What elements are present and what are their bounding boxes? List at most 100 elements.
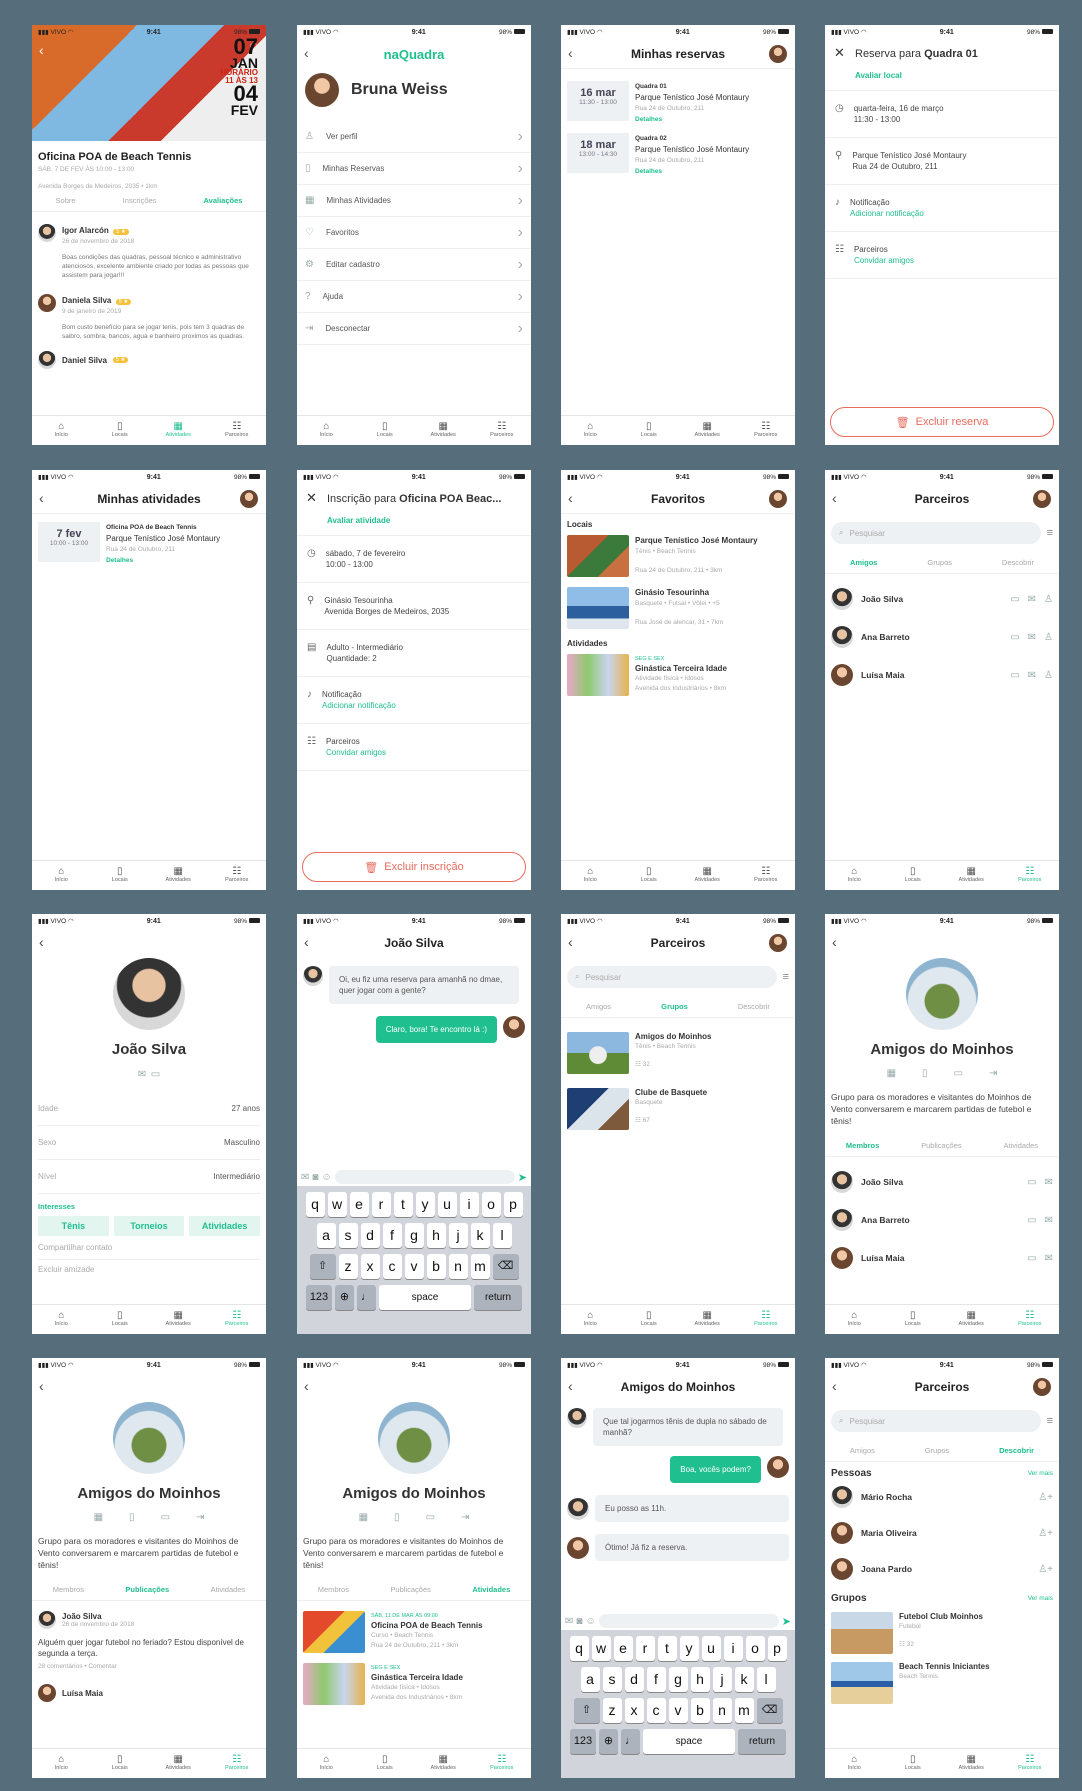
- back-icon[interactable]: ‹: [304, 935, 309, 949]
- segment-tab[interactable]: Publicações: [921, 1141, 961, 1150]
- profile-icon[interactable]: ♙: [1044, 632, 1053, 643]
- segment-tab[interactable]: Descobrir: [999, 1446, 1034, 1455]
- back-icon[interactable]: ‹: [39, 43, 44, 57]
- back-icon[interactable]: ‹: [39, 935, 44, 949]
- add-friend-icon[interactable]: ♙+: [1038, 1492, 1053, 1503]
- exit-icon[interactable]: ⇥: [989, 1068, 997, 1079]
- avatar[interactable]: [1033, 490, 1051, 508]
- reservation-item[interactable]: 16 mar 11:30 - 13:00 Quadra 01 Parque Tenís…: [567, 81, 789, 125]
- tab-3[interactable]: ☷ Parceiros: [208, 416, 267, 445]
- back-icon[interactable]: ‹: [39, 1379, 44, 1393]
- segment-tab[interactable]: Amigos: [850, 1446, 875, 1455]
- back-icon[interactable]: ‹: [568, 1379, 573, 1393]
- group-item[interactable]: Amigos do Moinhos Tênis • Beach Tennis ☷ 3…: [567, 1032, 789, 1074]
- tab-1[interactable]: ▯ Locais: [620, 861, 679, 890]
- details-link[interactable]: Detalhes: [635, 166, 749, 177]
- add-friend-icon[interactable]: ♙+: [1038, 1528, 1053, 1539]
- chat-icon[interactable]: ▭: [1027, 1215, 1036, 1226]
- tab-2[interactable]: ▦ Atividades: [942, 1305, 1001, 1334]
- key[interactable]: y: [415, 1192, 435, 1217]
- tab-2[interactable]: ▦ Atividades: [149, 1305, 208, 1334]
- segment-tab[interactable]: Grupos: [925, 1446, 950, 1455]
- filter-icon[interactable]: ≡: [1047, 1415, 1053, 1427]
- add-friend-icon[interactable]: ♙+: [1038, 1564, 1053, 1575]
- shift-icon[interactable]: ⇧: [309, 1254, 336, 1279]
- document-icon[interactable]: ▯: [394, 1512, 400, 1523]
- tab-1[interactable]: ▯ Locais: [91, 1305, 150, 1334]
- tab-3[interactable]: ☷ Parceiros: [737, 1305, 796, 1334]
- details-link[interactable]: Detalhes: [635, 114, 749, 125]
- key[interactable]: p: [767, 1636, 787, 1661]
- key[interactable]: s: [338, 1223, 358, 1248]
- menu-item[interactable]: ⚙ Editar cadastro ›: [297, 249, 531, 281]
- segment-tab[interactable]: Atividades: [472, 1585, 510, 1594]
- group-item[interactable]: Futebol Club Moinhos Futebol ☷ 32: [831, 1612, 1053, 1654]
- tab-0[interactable]: ⌂ Início: [32, 416, 91, 445]
- exit-icon[interactable]: ⇥: [461, 1512, 469, 1523]
- tab-3[interactable]: ☷ Parceiros: [1001, 1305, 1060, 1334]
- favorite-place[interactable]: Parque Tenístico José Montaury Tênis • Be…: [567, 535, 789, 577]
- tab-0[interactable]: ⌂ Início: [32, 1305, 91, 1334]
- tab-2[interactable]: ▦ Atividades: [414, 1749, 473, 1778]
- mail-icon[interactable]: ✉: [1028, 670, 1036, 681]
- menu-item[interactable]: ▯ Minhas Reservas ›: [297, 153, 531, 185]
- tab-2[interactable]: ▦ Atividades: [942, 861, 1001, 890]
- key[interactable]: k: [470, 1223, 490, 1248]
- back-icon[interactable]: ‹: [304, 46, 309, 60]
- see-more-link[interactable]: Ver mais: [1028, 1470, 1053, 1477]
- segment-tab[interactable]: Membros: [846, 1141, 879, 1150]
- person-row[interactable]: Joana Pardo ♙+: [831, 1551, 1053, 1587]
- chat-icon[interactable]: ▭: [1027, 1177, 1036, 1188]
- key[interactable]: w: [327, 1192, 347, 1217]
- segment-tab[interactable]: Membros: [318, 1585, 349, 1594]
- cancel-enrollment-button[interactable]: 🗑 Excluir inscrição: [302, 852, 526, 882]
- key[interactable]: e: [349, 1192, 369, 1217]
- key[interactable]: h: [690, 1667, 710, 1692]
- globe-icon[interactable]: ⊕: [335, 1285, 354, 1310]
- segment-tab[interactable]: Grupos: [927, 558, 952, 567]
- remove-friend-link[interactable]: Excluir amizade: [38, 1260, 260, 1280]
- chat-icon[interactable]: ▭: [426, 1512, 435, 1523]
- key[interactable]: p: [503, 1192, 523, 1217]
- back-icon[interactable]: ‹: [832, 935, 837, 949]
- avatar[interactable]: [769, 490, 787, 508]
- profile-icon[interactable]: ♙: [1044, 670, 1053, 681]
- segment-tab[interactable]: Publicações: [125, 1585, 169, 1594]
- chat-icon[interactable]: ▭: [1010, 670, 1019, 681]
- key[interactable]: y: [679, 1636, 699, 1661]
- key[interactable]: u: [701, 1636, 721, 1661]
- key[interactable]: z: [338, 1254, 358, 1279]
- see-more-link[interactable]: Ver mais: [1028, 1595, 1053, 1602]
- post-comments-link[interactable]: 28 comentários • Comentar: [38, 1663, 260, 1670]
- shift-icon[interactable]: ⇧: [573, 1698, 600, 1723]
- person-row[interactable]: Mário Rocha ♙+: [831, 1479, 1053, 1515]
- emoji-icon[interactable]: ☺: [321, 1172, 331, 1183]
- tab-2[interactable]: ▦ Atividades: [149, 861, 208, 890]
- tab-3[interactable]: ☷ Parceiros: [737, 861, 796, 890]
- avatar[interactable]: [769, 45, 787, 63]
- back-icon[interactable]: ‹: [39, 491, 44, 505]
- details-link[interactable]: Detalhes: [106, 555, 220, 566]
- mail-icon[interactable]: ✉: [1028, 594, 1036, 605]
- segment-tab[interactable]: Descobrir: [738, 1002, 770, 1011]
- group-item[interactable]: Clube de Basquete Basquete ☷ 67: [567, 1088, 789, 1130]
- group-item[interactable]: Beach Tennis Iniciantes Beach Tennis: [831, 1662, 1053, 1704]
- chat-icon[interactable]: ▭: [161, 1512, 170, 1523]
- search-input[interactable]: ⌕ Pesquisar: [831, 1410, 1041, 1432]
- close-icon[interactable]: ✕: [834, 45, 845, 61]
- tab-0[interactable]: ⌂ Início: [825, 861, 884, 890]
- chat-icon[interactable]: ▭: [1010, 594, 1019, 605]
- profile-icon[interactable]: ♙: [1044, 594, 1053, 605]
- key[interactable]: c: [646, 1698, 666, 1723]
- key[interactable]: x: [360, 1254, 380, 1279]
- space-key[interactable]: space: [643, 1729, 735, 1754]
- menu-item[interactable]: ▦ Minhas Atividades ›: [297, 185, 531, 217]
- close-icon[interactable]: ✕: [306, 490, 317, 506]
- segment-tab[interactable]: Descobrir: [1002, 558, 1034, 567]
- segment-tab[interactable]: Publicações: [390, 1585, 430, 1594]
- back-icon[interactable]: ‹: [832, 491, 837, 505]
- key[interactable]: r: [635, 1636, 655, 1661]
- tab-1[interactable]: ▯ Locais: [91, 861, 150, 890]
- document-icon[interactable]: ▯: [922, 1068, 928, 1079]
- key[interactable]: j: [448, 1223, 468, 1248]
